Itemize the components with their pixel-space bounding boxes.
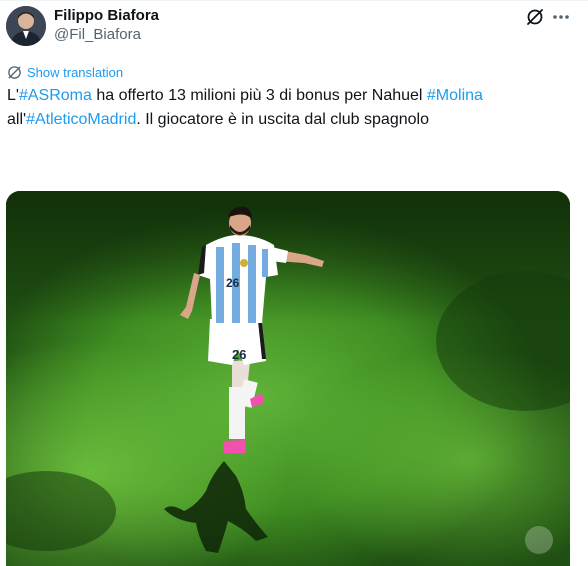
hashtag-link[interactable]: #Molina bbox=[427, 87, 483, 104]
hashtag-link[interactable]: #AtleticoMadrid bbox=[26, 111, 136, 128]
show-translation-link[interactable]: Show translation bbox=[7, 63, 123, 81]
tweet-text: L'#ASRoma ha offerto 13 milioni più 3 di… bbox=[7, 84, 577, 132]
football-player-photo: 26 26 bbox=[6, 191, 570, 566]
top-divider bbox=[0, 0, 588, 1]
jersey-number: 26 bbox=[226, 276, 240, 290]
tweet-photo[interactable]: 26 26 bbox=[6, 191, 570, 566]
shorts-number: 26 bbox=[232, 347, 246, 362]
grok-button[interactable] bbox=[524, 6, 546, 28]
author-display-name[interactable]: Filippo Biafora bbox=[54, 7, 159, 24]
slashed-circle-icon bbox=[527, 9, 543, 25]
tweet-text-segment: ha offerto 13 milioni più 3 di bonus per… bbox=[91, 87, 427, 104]
tweet-text-segment: . Il giocatore è in uscita dal club spag… bbox=[136, 111, 429, 128]
globe-icon bbox=[8, 65, 21, 79]
avatar[interactable] bbox=[6, 6, 46, 46]
author-handle[interactable]: @Fil_Biafora bbox=[54, 26, 141, 43]
more-dots-icon bbox=[553, 15, 569, 19]
hashtag-link[interactable]: #ASRoma bbox=[19, 87, 92, 104]
show-translation-label: Show translation bbox=[27, 64, 124, 80]
tweet-text-segment: L' bbox=[7, 87, 19, 104]
tweet-text-segment: all' bbox=[7, 111, 27, 128]
more-options-button[interactable] bbox=[550, 6, 572, 28]
person-avatar-image bbox=[6, 6, 46, 46]
